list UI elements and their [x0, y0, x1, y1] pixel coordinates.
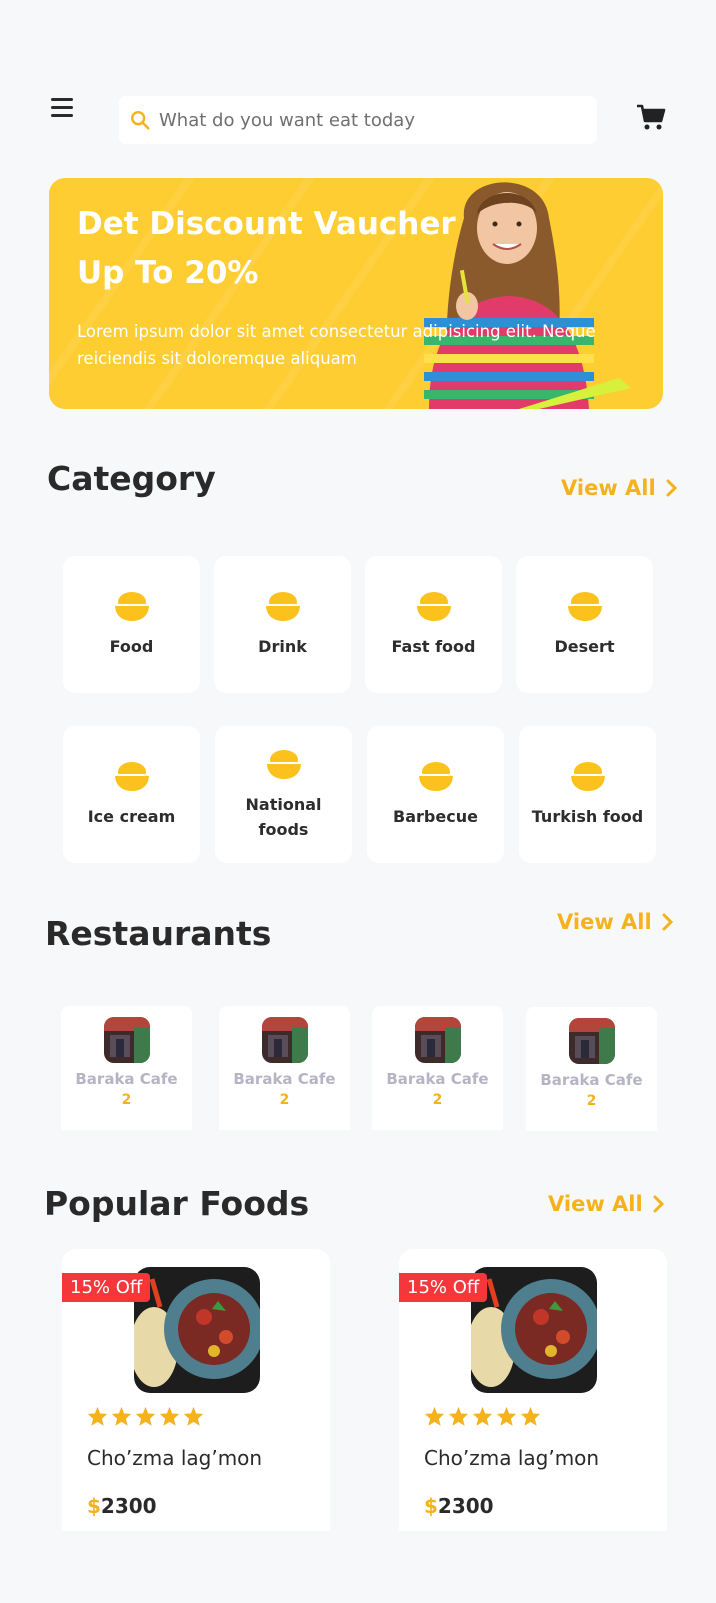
- star-icon: [87, 1406, 108, 1426]
- restaurant-card[interactable]: Baraka Cafe 2: [219, 1006, 350, 1130]
- food-image: [471, 1267, 597, 1393]
- food-price: $2300: [87, 1494, 157, 1518]
- menu-icon[interactable]: [51, 98, 73, 118]
- bowl-icon: [266, 749, 301, 779]
- restaurant-name: Baraka Cafe: [540, 1071, 643, 1089]
- price-value: 2300: [100, 1494, 157, 1518]
- food-card[interactable]: 15% Off Cho’zma lag’mon $2300: [62, 1249, 330, 1531]
- star-icon: [448, 1406, 469, 1426]
- cart-icon[interactable]: [636, 102, 666, 132]
- banner-text: Lorem ipsum dolor sit amet consectetur a…: [77, 322, 596, 368]
- bowl-icon: [567, 592, 602, 621]
- category-label: Ice cream: [87, 807, 176, 826]
- restaurant-image: [568, 1018, 615, 1064]
- restaurant-card[interactable]: Baraka Cafe 2: [372, 1006, 503, 1130]
- food-card[interactable]: 15% Off Cho’zma lag’mon $2300: [399, 1249, 667, 1531]
- category-item-fast-food[interactable]: Fast food: [365, 556, 502, 693]
- restaurant-image: [103, 1017, 150, 1063]
- restaurants-view-all[interactable]: View All: [557, 910, 674, 934]
- banner-title: Det Discount Vaucher Up To 20%: [77, 206, 456, 291]
- restaurant-name: Baraka Cafe: [233, 1070, 336, 1088]
- bowl-icon: [265, 592, 300, 621]
- discount-banner[interactable]: Det Discount Vaucher Up To 20% Lorem ips…: [49, 178, 663, 409]
- restaurant-image: [414, 1017, 461, 1063]
- category-item-barbecue[interactable]: Barbecue: [367, 726, 504, 863]
- food-name: Cho’zma lag’mon: [87, 1446, 263, 1470]
- popular-view-all[interactable]: View All: [548, 1192, 665, 1216]
- category-label: Food: [109, 637, 154, 656]
- category-title: Category: [47, 459, 216, 498]
- category-item-ice-cream[interactable]: Ice cream: [63, 726, 200, 863]
- view-all-label: View All: [561, 476, 656, 500]
- restaurant-number: 2: [586, 1093, 597, 1109]
- star-icon: [135, 1406, 156, 1426]
- chevron-right-icon: [666, 479, 677, 497]
- star-icon: [472, 1406, 493, 1426]
- restaurant-number: 2: [432, 1092, 443, 1108]
- chevron-right-icon: [653, 1195, 664, 1213]
- category-label: Fast food: [391, 637, 476, 656]
- star-icon: [111, 1406, 132, 1426]
- price-value: 2300: [437, 1494, 494, 1518]
- restaurant-card[interactable]: Baraka Cafe 2: [526, 1007, 657, 1131]
- restaurant-name: Baraka Cafe: [75, 1070, 178, 1088]
- search-icon: [131, 111, 150, 130]
- category-label: National foods: [245, 794, 322, 839]
- view-all-label: View All: [548, 1192, 643, 1216]
- food-name: Cho’zma lag’mon: [424, 1446, 600, 1470]
- rating-stars: [87, 1406, 204, 1427]
- restaurant-number: 2: [279, 1092, 290, 1108]
- price-currency: $: [424, 1494, 438, 1518]
- view-all-label: View All: [557, 910, 652, 934]
- category-item-desert[interactable]: Desert: [516, 556, 653, 693]
- category-label: Desert: [554, 637, 615, 656]
- restaurants-title: Restaurants: [45, 914, 272, 953]
- restaurant-name: Baraka Cafe: [386, 1070, 489, 1088]
- category-label: Barbecue: [393, 807, 478, 826]
- star-icon: [520, 1406, 541, 1426]
- category-item-national-foods[interactable]: National foods: [215, 726, 352, 863]
- popular-foods-title: Popular Foods: [44, 1184, 310, 1223]
- star-icon: [159, 1406, 180, 1426]
- food-image: [134, 1267, 260, 1393]
- food-price: $2300: [424, 1494, 494, 1518]
- bowl-icon: [418, 762, 453, 791]
- restaurant-number: 2: [121, 1092, 132, 1108]
- category-item-food[interactable]: Food: [63, 556, 200, 693]
- price-currency: $: [87, 1494, 101, 1518]
- category-item-turkish-food[interactable]: Turkish food: [519, 726, 656, 863]
- bowl-icon: [416, 592, 451, 621]
- category-view-all[interactable]: View All: [561, 476, 678, 500]
- discount-badge: 15% Off: [62, 1273, 151, 1302]
- bowl-icon: [114, 592, 149, 621]
- search-bar[interactable]: [119, 96, 597, 144]
- star-icon: [424, 1406, 445, 1426]
- star-icon: [183, 1406, 204, 1426]
- chevron-right-icon: [662, 913, 673, 931]
- category-label: Drink: [258, 637, 307, 656]
- restaurant-image: [261, 1017, 308, 1063]
- category-label: Turkish food: [531, 807, 644, 826]
- star-icon: [496, 1406, 517, 1426]
- category-item-drink[interactable]: Drink: [214, 556, 351, 693]
- restaurant-card[interactable]: Baraka Cafe 2: [61, 1006, 192, 1130]
- bowl-icon: [570, 762, 605, 791]
- rating-stars: [424, 1406, 541, 1427]
- discount-badge: 15% Off: [399, 1273, 488, 1302]
- bowl-icon: [114, 762, 149, 791]
- search-input[interactable]: [159, 109, 579, 131]
